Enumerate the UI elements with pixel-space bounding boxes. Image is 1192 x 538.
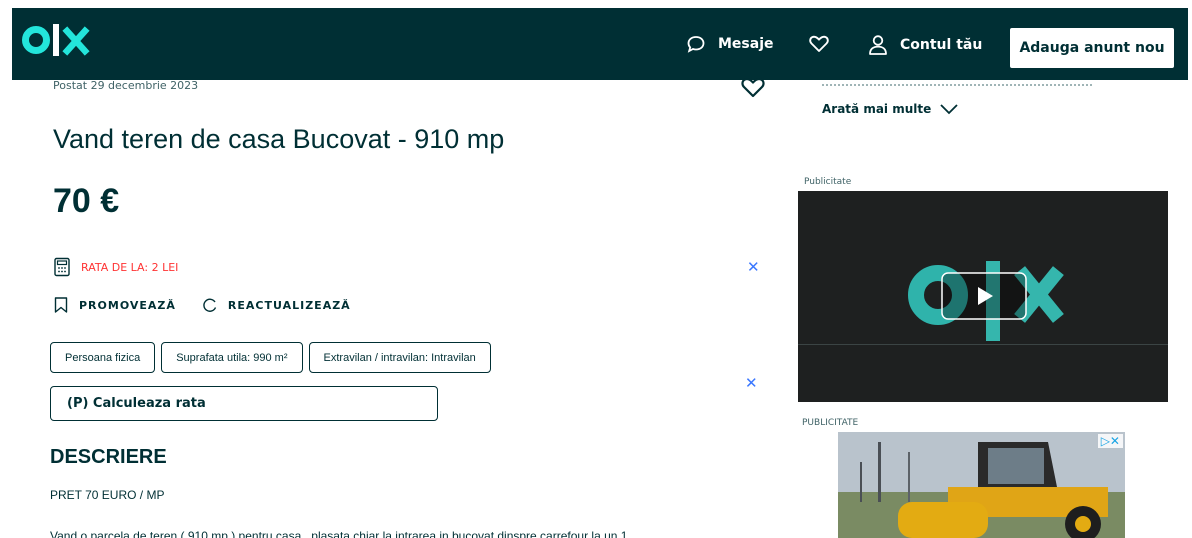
description-heading: DESCRIERE: [50, 446, 167, 468]
listing-tags: Persoana fizica Suprafata utila: 990 m² …: [50, 342, 491, 373]
tag-seller-type: Persoana fizica: [50, 342, 156, 373]
installment-text: RATA DE LA: 2 LEI: [81, 260, 179, 274]
close-icon[interactable]: ✕: [747, 258, 760, 276]
heart-icon: [809, 35, 829, 52]
top-navbar: Mesaje Contul tău Adauga anunt nou: [12, 8, 1188, 80]
listing-title: Vand teren de casa Bucovat - 910 mp: [53, 124, 505, 154]
sidebar-cut-text: [822, 84, 1092, 90]
chevron-down-icon: [940, 104, 958, 115]
chat-icon: [687, 36, 705, 53]
refresh-icon: [203, 298, 217, 312]
ad-image[interactable]: ▷✕: [838, 432, 1125, 538]
description-price: PRET 70 EURO / MP: [50, 488, 165, 502]
close-icon[interactable]: ✕: [745, 374, 758, 392]
listing-actions: PROMOVEAZĂ REACTUALIZEAZĂ: [53, 296, 351, 314]
ad-label: Publicitate: [804, 177, 852, 187]
favorites-link[interactable]: [808, 34, 830, 54]
user-icon: [869, 35, 887, 55]
account-label: Contul tău: [900, 37, 983, 53]
refresh-button[interactable]: REACTUALIZEAZĂ: [202, 296, 351, 314]
installment-row[interactable]: RATA DE LA: 2 LEI: [53, 257, 178, 277]
post-ad-button[interactable]: Adauga anunt nou: [1008, 26, 1176, 70]
show-more-button[interactable]: Arată mai multe: [822, 102, 959, 116]
listing-price: 70 €: [53, 182, 120, 220]
tag-zoning: Extravilan / intravilan: Intravilan: [308, 342, 491, 373]
favorite-heart-icon[interactable]: [740, 76, 766, 100]
account-link[interactable]: Contul tău: [868, 34, 982, 56]
olx-logo[interactable]: [20, 20, 106, 60]
messages-link[interactable]: Mesaje: [686, 34, 774, 54]
olx-video-logo: [908, 261, 1064, 341]
video-ad[interactable]: [798, 191, 1168, 402]
posted-date: Postat 29 decembrie 2023: [53, 79, 199, 92]
ad-label: PUBLICITATE: [802, 418, 859, 428]
tag-area: Suprafata utila: 990 m²: [161, 342, 303, 373]
calculate-installment-button[interactable]: (P) Calculeaza rata: [50, 386, 438, 421]
promote-button[interactable]: PROMOVEAZĂ: [53, 296, 176, 314]
refresh-label: REACTUALIZEAZĂ: [227, 298, 351, 312]
adchoices-icon[interactable]: ▷✕: [1097, 434, 1123, 448]
bookmark-icon: [54, 297, 68, 313]
road-roller-image: [838, 432, 1125, 538]
description-body: Vand o parcela de teren ( 910 mp ) pentr…: [50, 529, 628, 538]
promote-label: PROMOVEAZĂ: [79, 298, 176, 312]
calculator-icon: [54, 257, 70, 277]
show-more-label: Arată mai multe: [822, 102, 932, 116]
video-progress-line: [798, 344, 1168, 345]
messages-label: Mesaje: [718, 36, 774, 52]
